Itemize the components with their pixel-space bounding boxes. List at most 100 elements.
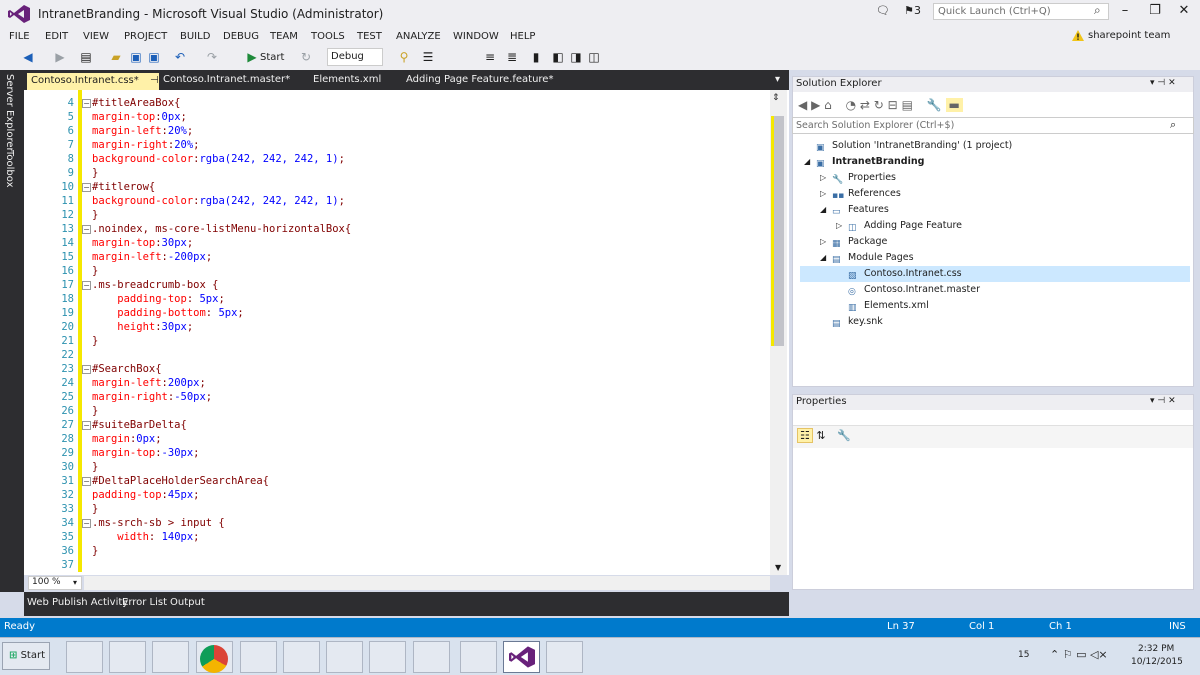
tree-item[interactable]: ◢ ▭ Features [800, 202, 1190, 218]
new-project-icon[interactable]: ▤ [78, 49, 94, 65]
scroll-down-icon[interactable]: ▼ [775, 563, 781, 572]
tab-contoso-intranet-master[interactable]: Contoso.Intranet.master* [163, 74, 290, 85]
expander-icon[interactable]: ◢ [804, 154, 816, 170]
code-line[interactable]: margin-top:30px; [92, 236, 762, 250]
code-line[interactable] [92, 558, 762, 572]
panel-menu-icon[interactable]: ▾ ⊣ ✕ [1150, 78, 1176, 88]
tab-error-list[interactable]: Error List [122, 597, 167, 608]
categorized-icon[interactable]: ☷ [797, 428, 813, 443]
code-line[interactable]: } [92, 502, 762, 516]
code-line[interactable]: } [92, 264, 762, 278]
start-icon[interactable]: ▶ [244, 49, 260, 65]
code-line[interactable]: background-color:rgba(242, 242, 242, 1); [92, 152, 762, 166]
code-line[interactable]: } [92, 334, 762, 348]
sharepoint-designer-icon[interactable] [413, 641, 450, 673]
forward-icon[interactable]: ▶ [811, 98, 820, 112]
menu-test[interactable]: TEST [357, 31, 382, 42]
tray-icons[interactable]: ⌃ ⚐ ▭ ◁× [1050, 648, 1108, 661]
scrollbar-thumb[interactable] [774, 116, 784, 346]
bookmark-icon[interactable]: ▮ [528, 49, 544, 65]
tree-item[interactable]: ▣ Solution 'IntranetBranding' (1 project) [800, 138, 1190, 154]
tree-item[interactable]: ▷ ▦ Package [800, 234, 1190, 250]
back-icon[interactable]: ◀ [20, 49, 36, 65]
tree-item[interactable]: ◢ ▤ Module Pages [800, 250, 1190, 266]
menu-build[interactable]: BUILD [180, 31, 210, 42]
code-line[interactable]: } [92, 460, 762, 474]
notification-flag-icon[interactable]: ⚑ [904, 4, 914, 20]
code-line[interactable]: #SearchBox{ [92, 362, 762, 376]
fiddler-icon[interactable] [460, 641, 497, 673]
code-line[interactable]: height:30px; [92, 320, 762, 334]
code-line[interactable]: #titleAreaBox{ [92, 96, 762, 110]
alphabetical-icon[interactable]: ⇅ [816, 429, 825, 442]
collapse-toggle[interactable]: − [82, 365, 91, 374]
chevron-down-icon[interactable]: ▾ [73, 578, 77, 587]
refresh-icon[interactable]: ↻ [874, 98, 884, 112]
tab-overflow-icon[interactable]: ▾ [775, 74, 780, 85]
clock-date[interactable]: 10/12/2015 [1131, 657, 1183, 667]
minimize-button[interactable]: – [1111, 3, 1139, 21]
property-pages-icon[interactable]: 🔧 [837, 429, 851, 442]
outdent-icon[interactable]: ≣ [504, 49, 520, 65]
preview-icon[interactable]: ▬ [945, 98, 963, 112]
code-line[interactable]: .ms-srch-sb > input { [92, 516, 762, 530]
tree-item[interactable]: ◢ ▣ IntranetBranding [800, 154, 1190, 170]
collapse-toggle[interactable]: − [82, 519, 91, 528]
start-button[interactable]: ⊞ Start [2, 642, 50, 670]
pin-icon[interactable]: ⊣ [150, 75, 159, 86]
show-all-files-icon[interactable]: ▤ [902, 98, 913, 112]
collapse-all-icon[interactable]: ⊟ [888, 98, 898, 112]
tree-item[interactable]: ▧ Contoso.Intranet.css [800, 266, 1190, 282]
comment-icon[interactable]: ☰ [420, 49, 436, 65]
tab-adding-page-feature[interactable]: Adding Page Feature.feature* [406, 74, 553, 85]
solution-explorer-search-input[interactable]: Search Solution Explorer (Ctrl+$) [792, 117, 1194, 134]
expander-icon[interactable]: ◢ [820, 250, 832, 266]
menu-team[interactable]: TEAM [270, 31, 298, 42]
code-line[interactable]: #DeltaPlaceHolderSearchArea{ [92, 474, 762, 488]
properties-object-select[interactable] [793, 410, 1193, 426]
menu-file[interactable]: FILE [9, 31, 30, 42]
menu-window[interactable]: WINDOW [453, 31, 499, 42]
start-button[interactable]: Start [260, 52, 284, 63]
code-line[interactable]: #suiteBarDelta{ [92, 418, 762, 432]
code-line[interactable]: padding-bottom: 5px; [92, 306, 762, 320]
redo-icon[interactable]: ↷ [204, 49, 220, 65]
team-indicator[interactable]: sharepoint team [1088, 30, 1170, 41]
code-line[interactable]: } [92, 166, 762, 180]
refresh-icon[interactable]: ↻ [298, 49, 314, 65]
collapse-toggle[interactable]: − [82, 225, 91, 234]
home-icon[interactable]: ⌂ [824, 98, 832, 112]
code-line[interactable]: } [92, 404, 762, 418]
tab-elements-xml[interactable]: Elements.xml [313, 74, 381, 85]
close-button[interactable]: ✕ [1170, 3, 1198, 21]
server-manager-icon[interactable] [66, 641, 103, 673]
collapse-toggle[interactable]: − [82, 99, 91, 108]
code-line[interactable]: .ms-breadcrumb-box { [92, 278, 762, 292]
save-icon[interactable]: ▣ [128, 49, 144, 65]
code-line[interactable]: margin-top:-30px; [92, 446, 762, 460]
menu-edit[interactable]: EDIT [45, 31, 68, 42]
tree-item[interactable]: ▤ key.snk [800, 314, 1190, 330]
code-line[interactable] [92, 348, 762, 362]
find-icon[interactable]: ⚲ [396, 49, 412, 65]
editor-horizontal-scrollbar[interactable] [84, 576, 770, 590]
paint-icon[interactable] [283, 641, 320, 673]
file-explorer-icon[interactable] [152, 641, 189, 673]
collapse-toggle[interactable]: − [82, 477, 91, 486]
menu-debug[interactable]: DEBUG [223, 31, 259, 42]
search-icon[interactable]: ⌕ [1094, 3, 1101, 18]
code-line[interactable]: margin-top:0px; [92, 110, 762, 124]
menu-analyze[interactable]: ANALYZE [396, 31, 441, 42]
feedback-icon[interactable]: 🗨 [876, 4, 890, 20]
code-line[interactable]: background-color:rgba(242, 242, 242, 1); [92, 194, 762, 208]
menu-tools[interactable]: TOOLS [311, 31, 345, 42]
code-line[interactable]: margin-left:-200px; [92, 250, 762, 264]
collapse-toggle[interactable]: − [82, 421, 91, 430]
menu-view[interactable]: VIEW [83, 31, 109, 42]
tab-contoso-intranet-css[interactable]: Contoso.Intranet.css* ⊣ ✕ [27, 73, 174, 91]
tree-item[interactable]: ▥ Elements.xml [800, 298, 1190, 314]
code-text[interactable]: #titleAreaBox{margin-top:0px; margin-left… [92, 96, 762, 572]
tree-item[interactable]: ▷ 🔧 Properties [800, 170, 1190, 186]
code-line[interactable]: margin-right:20%; [92, 138, 762, 152]
menu-project[interactable]: PROJECT [124, 31, 167, 42]
